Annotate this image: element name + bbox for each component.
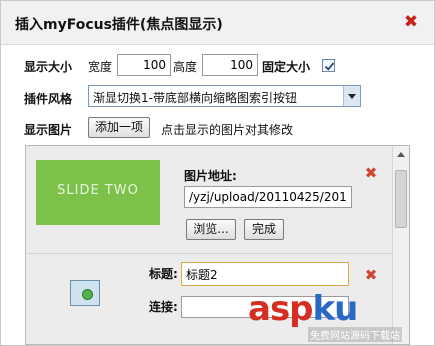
images-hint: 点击显示的图片对其修改 — [161, 123, 294, 137]
delete-icon[interactable]: ✖ — [364, 268, 378, 283]
thumbnail-text: SLIDE TWO — [57, 183, 139, 198]
title-label: 标题: — [149, 267, 178, 281]
close-icon[interactable]: ✖ — [402, 13, 420, 31]
width-label: 宽度 — [88, 60, 113, 74]
width-input[interactable] — [117, 54, 171, 76]
plugin-dialog: 插入myFocus插件(焦点图显示) ✖ 显示大小 宽度 高度 固定大小 插件风… — [0, 0, 435, 346]
add-item-button[interactable]: 添加一项 — [88, 117, 150, 138]
scrollbar-thumb[interactable] — [395, 170, 407, 228]
height-label: 高度 — [173, 60, 198, 74]
height-input[interactable] — [202, 54, 258, 76]
title-input[interactable] — [181, 262, 349, 286]
style-label: 插件风格 — [24, 92, 73, 106]
fixed-size-checkbox[interactable] — [322, 59, 335, 72]
list-item[interactable]: SLIDE TWO 图片地址: 浏览... 完成 ✖ — [26, 146, 393, 254]
slide-thumbnail[interactable]: SLIDE TWO — [36, 160, 160, 225]
dialog-title: 插入myFocus插件(焦点图显示) — [15, 17, 223, 33]
done-button[interactable]: 完成 — [244, 219, 284, 240]
watermark-tagline: 免费网站源码下载站 — [308, 327, 402, 342]
link-label: 连接: — [149, 300, 178, 314]
check-icon — [324, 62, 335, 71]
fixed-size-label: 固定大小 — [262, 60, 311, 74]
image-address-input[interactable] — [184, 186, 352, 208]
images-label: 显示图片 — [24, 123, 73, 137]
image-icon — [70, 280, 100, 306]
dialog-titlebar: 插入myFocus插件(焦点图显示) ✖ — [1, 1, 434, 45]
browse-button[interactable]: 浏览... — [186, 219, 236, 240]
style-select-value: 渐显切换1-带底部横向缩略图索引按钮 — [93, 91, 297, 105]
size-label: 显示大小 — [24, 60, 73, 74]
image-address-label: 图片地址: — [184, 169, 237, 183]
scroll-up-icon[interactable] — [393, 146, 409, 162]
watermark: aspkuaspku 免费网站源码下载站 — [248, 289, 428, 342]
watermark-brand: aspkuaspku — [248, 289, 358, 329]
delete-icon[interactable]: ✖ — [364, 166, 378, 181]
style-select[interactable]: 渐显切换1-带底部横向缩略图索引按钮 — [88, 85, 361, 107]
chevron-down-icon[interactable] — [343, 86, 360, 106]
